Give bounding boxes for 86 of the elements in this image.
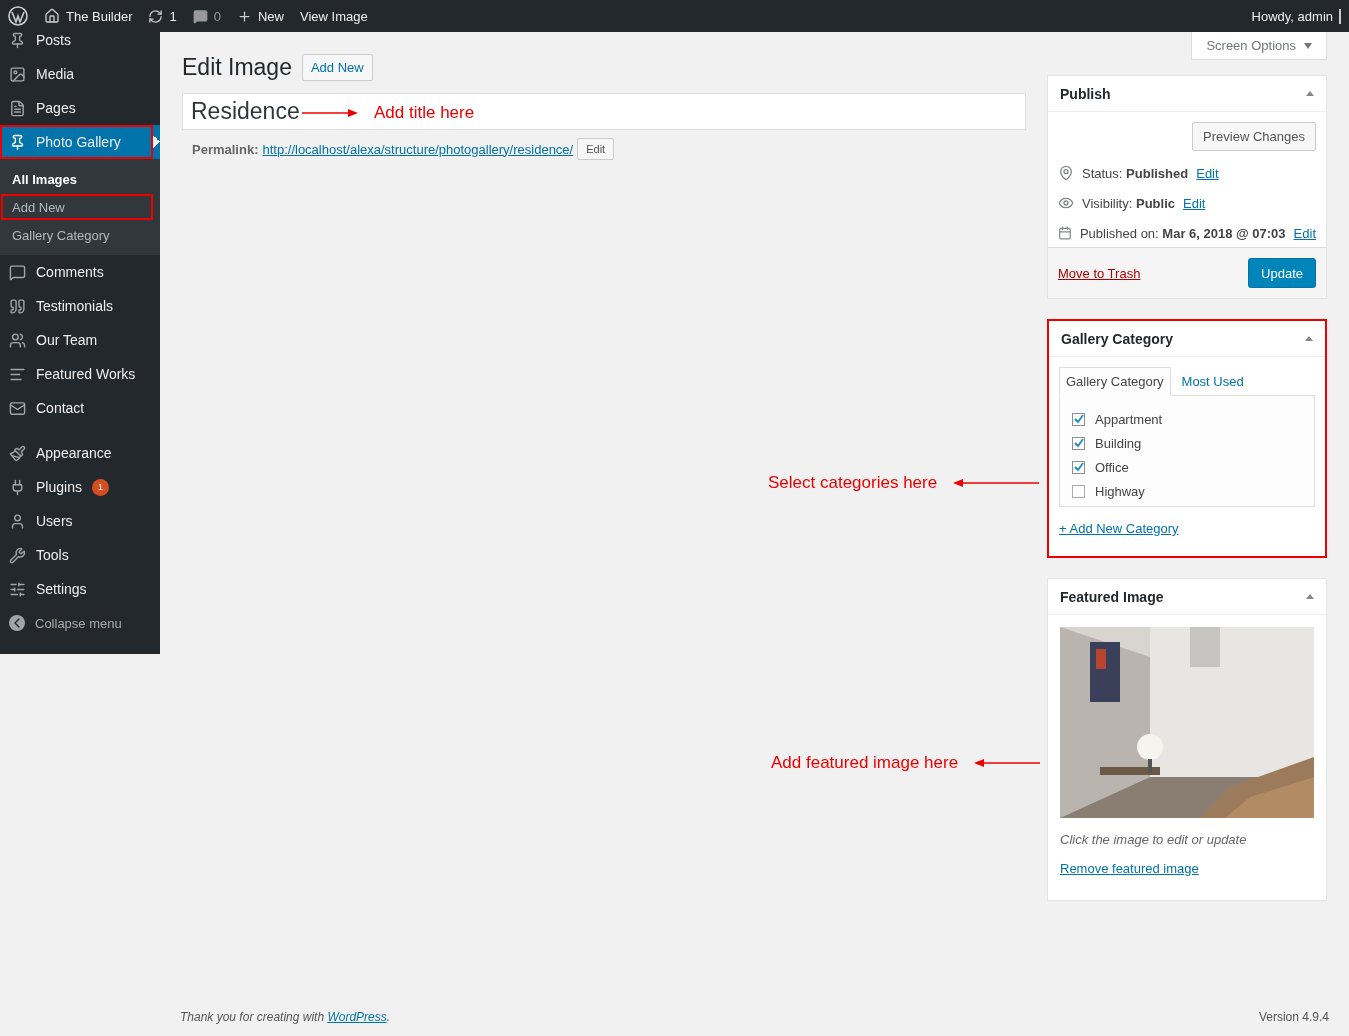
box-title: Publish (1060, 85, 1111, 102)
calendar-icon (1058, 225, 1072, 241)
menu-item[interactable]: Testimonials (0, 289, 160, 323)
plus-icon (236, 8, 252, 24)
menu-item[interactable]: Users (0, 504, 160, 538)
add-new-button[interactable]: Add New (301, 53, 373, 81)
tab[interactable]: Most Used (1174, 367, 1251, 396)
annotation-text: Add featured image here (771, 753, 959, 773)
menu-item[interactable]: Appearance (0, 436, 160, 470)
pin-icon (1058, 165, 1074, 181)
edit-link[interactable]: Edit (1196, 165, 1219, 181)
arrow (974, 758, 1041, 768)
add-category-link[interactable]: + Add New Category (1059, 521, 1179, 536)
site-link[interactable]: The Builder (44, 8, 133, 24)
current-pointer (153, 135, 160, 149)
menu-item[interactable]: Our Team (0, 323, 160, 357)
collapse-menu-button[interactable]: Collapse menu (0, 606, 160, 640)
people-icon (9, 331, 26, 349)
submenu-item[interactable]: Add New (0, 193, 154, 221)
quote-icon (9, 297, 26, 315)
remove-image-link[interactable]: Remove featured image (1060, 861, 1314, 876)
logo-icon[interactable] (8, 6, 28, 26)
wordpress-link[interactable]: WordPress (327, 1010, 387, 1024)
submenu-item[interactable]: Gallery Category (0, 221, 160, 249)
media-icon (9, 65, 26, 83)
count-badge: 1 (91, 478, 109, 496)
sliders-icon (9, 580, 26, 598)
preview-changes-button[interactable]: Preview Changes (1192, 122, 1316, 151)
collapse-icon (9, 615, 25, 631)
footer-text: Thank you for creating with WordPress. (180, 1010, 391, 1024)
comments-link[interactable]: 0 (192, 8, 221, 24)
annotation-text: Select categories here (768, 473, 938, 493)
page-title: Edit Image (182, 53, 292, 81)
checkbox[interactable] (1072, 412, 1085, 426)
box-title: Gallery Category (1061, 330, 1174, 347)
arrow (302, 108, 358, 118)
checkbox-label: Office (1095, 459, 1129, 475)
menu-item[interactable]: Media (0, 57, 160, 91)
pin-icon (9, 32, 26, 49)
menu-item[interactable]: Contact (0, 391, 160, 425)
paintbrush-icon (9, 444, 26, 462)
image-hint: Click the image to edit or update (1060, 832, 1248, 847)
new-link[interactable]: New (236, 8, 284, 24)
tab[interactable]: Gallery Category (1059, 367, 1171, 396)
checkbox[interactable] (1072, 436, 1085, 450)
update-button[interactable]: Update (1248, 258, 1316, 288)
permalink-link[interactable]: http://localhost/alexa/structure/photogallery/residence/ (262, 141, 574, 157)
refresh-icon (148, 8, 164, 24)
home-icon (44, 8, 60, 24)
edit-button[interactable]: Edit (577, 138, 615, 160)
eye-icon (1058, 195, 1074, 211)
checkbox[interactable] (1072, 484, 1085, 498)
permalink-label: Permalink: (192, 141, 259, 157)
pin-icon (9, 133, 26, 151)
menu-item[interactable]: Tools (0, 538, 160, 572)
speech-bubble-icon (9, 263, 26, 281)
view-link[interactable]: View Image (299, 8, 368, 24)
checkbox-label: Appartment (1095, 411, 1163, 427)
wrench-icon (9, 546, 26, 564)
publish-info: Status: Published (1082, 165, 1189, 181)
menu-item[interactable]: Pages (0, 91, 160, 125)
publish-info: Published on: Mar 6, 2018 @ 07:03 (1079, 225, 1286, 241)
menu-item[interactable]: Photo Gallery (0, 125, 160, 159)
submenu-item[interactable]: All Images (0, 165, 160, 193)
menu-item[interactable]: Featured Works (0, 357, 160, 391)
updates-link[interactable]: 1 (148, 8, 177, 24)
caret-icon (1304, 42, 1312, 49)
version-text: Version 4.9.4 (1258, 1010, 1329, 1024)
page-icon (9, 99, 26, 117)
speech-bubble-icon (192, 8, 208, 24)
move-to-trash-link[interactable]: Move to Trash (1058, 265, 1141, 281)
screen-options-button[interactable]: Screen Options (1191, 32, 1327, 60)
edit-link[interactable]: Edit (1183, 195, 1206, 211)
account-link[interactable]: Howdy, admin (1251, 8, 1341, 24)
menu-item[interactable]: Comments (0, 255, 160, 289)
checkbox-label: Highway (1095, 483, 1145, 499)
envelope-icon (9, 399, 26, 417)
box-title: Featured Image (1060, 588, 1164, 605)
user-icon (9, 512, 26, 530)
checkbox-label: Building (1095, 435, 1142, 451)
annotation-text: Add title here (374, 103, 475, 123)
edit-link[interactable]: Edit (1293, 225, 1316, 241)
publish-info: Visibility: Public (1082, 195, 1175, 211)
menu-item[interactable]: Settings (0, 572, 160, 606)
checkbox[interactable] (1072, 460, 1085, 474)
menu-item[interactable]: Plugins 1 (0, 470, 160, 504)
